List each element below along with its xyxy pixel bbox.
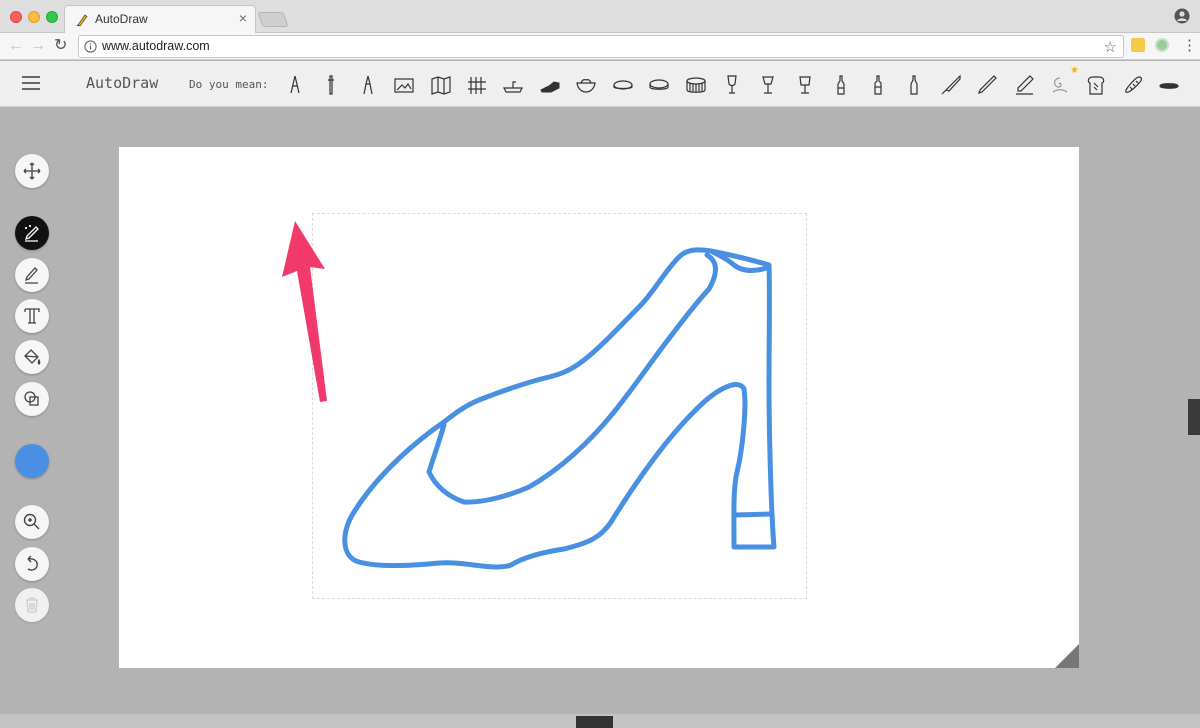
hamburger-menu-icon[interactable] xyxy=(22,76,40,90)
suggestion-shoe-icon[interactable] xyxy=(536,71,564,99)
trash-icon xyxy=(26,597,38,613)
suggestion-tweezers-icon[interactable] xyxy=(281,71,309,99)
browser-menu-icon[interactable]: ⋮ xyxy=(1182,36,1197,54)
suggestion-picture-icon[interactable] xyxy=(390,71,418,99)
zoom-icon xyxy=(23,513,40,530)
magic-pencil-icon xyxy=(24,225,39,242)
color-picker-button[interactable] xyxy=(15,444,49,478)
suggestion-map-icon[interactable] xyxy=(427,71,455,99)
window-close-button[interactable] xyxy=(10,11,22,23)
suggestion-bread-icon[interactable] xyxy=(1082,71,1110,99)
suggestion-pencil-icon[interactable] xyxy=(973,71,1001,99)
browser-tab[interactable]: AutoDraw × xyxy=(64,5,256,34)
side-panel-handle[interactable] xyxy=(1188,399,1200,435)
window-maximize-button[interactable] xyxy=(46,11,58,23)
shapes-icon xyxy=(24,391,39,406)
canvas-resize-corner[interactable] xyxy=(1055,644,1079,668)
extension-icon[interactable] xyxy=(1131,38,1145,52)
browser-toolbar: ← → ↻ www.autodraw.com ☆ ⋮ xyxy=(0,33,1200,60)
reload-icon[interactable]: ↻ xyxy=(54,37,67,55)
new-indicator-star-icon: ★ xyxy=(1070,65,1079,76)
tab-title: AutoDraw xyxy=(95,12,148,26)
suggestion-sword-icon[interactable] xyxy=(317,71,345,99)
new-tab-button[interactable] xyxy=(257,12,289,27)
tab-close-icon[interactable]: × xyxy=(239,10,247,26)
autodraw-tool-button[interactable] xyxy=(15,216,49,250)
browser-tab-bar: AutoDraw × xyxy=(0,0,1200,34)
suggestion-bottle-icon[interactable] xyxy=(827,71,855,99)
back-icon[interactable]: ← xyxy=(8,37,24,55)
autodraw-favicon-icon xyxy=(76,14,88,27)
suggestion-ring-icon[interactable] xyxy=(609,71,637,99)
draw-tool-button[interactable] xyxy=(15,258,49,292)
fill-bucket-icon xyxy=(24,349,41,365)
info-icon[interactable] xyxy=(84,40,97,53)
move-icon xyxy=(23,162,41,180)
suggestion-hot-dog-icon[interactable] xyxy=(1155,71,1183,99)
suggestion-pen-icon[interactable] xyxy=(1010,71,1038,99)
annotation-arrow xyxy=(282,221,327,402)
suggestion-bottle-icon[interactable] xyxy=(864,71,892,99)
extension-icon[interactable] xyxy=(1155,38,1169,52)
undo-button[interactable] xyxy=(15,547,49,581)
suggestion-sink-icon[interactable] xyxy=(499,71,527,99)
suggestion-bridge-icon[interactable] xyxy=(463,71,491,99)
bottom-panel-handle[interactable] xyxy=(576,716,613,728)
drawing-canvas[interactable] xyxy=(119,147,1079,668)
pencil-icon xyxy=(24,267,38,284)
type-tool-button[interactable] xyxy=(15,299,49,333)
suggestion-pliers-icon[interactable] xyxy=(354,71,382,99)
workspace xyxy=(0,107,1200,728)
bookmark-star-icon[interactable]: ☆ xyxy=(1104,38,1117,56)
delete-button[interactable] xyxy=(15,588,49,622)
suggestion-goblet-icon[interactable] xyxy=(754,71,782,99)
window-minimize-button[interactable] xyxy=(28,11,40,23)
profile-icon[interactable] xyxy=(1174,8,1190,24)
suggestion-wine-glass-icon[interactable] xyxy=(718,71,746,99)
move-tool-button[interactable] xyxy=(15,154,49,188)
undo-icon xyxy=(27,555,38,571)
app-title: AutoDraw xyxy=(86,74,159,92)
user-drawing-shoe[interactable] xyxy=(119,147,1079,668)
suggestion-knife-icon[interactable] xyxy=(937,71,965,99)
text-icon xyxy=(24,308,40,324)
forward-icon[interactable]: → xyxy=(30,37,46,55)
suggestion-cookie-icon[interactable] xyxy=(645,71,673,99)
address-bar[interactable]: www.autodraw.com ☆ xyxy=(78,35,1124,58)
suggestion-drum-icon[interactable] xyxy=(682,71,710,99)
suggestion-bowl-icon[interactable] xyxy=(572,71,600,99)
suggestion-glass-icon[interactable] xyxy=(791,71,819,99)
fill-tool-button[interactable] xyxy=(15,340,49,374)
suggestion-bottle-icon[interactable] xyxy=(900,71,928,99)
shape-tool-button[interactable] xyxy=(15,382,49,416)
zoom-tool-button[interactable] xyxy=(15,505,49,539)
suggestions-label: Do you mean: xyxy=(189,78,269,91)
url-text[interactable]: www.autodraw.com xyxy=(102,39,210,53)
app-header: AutoDraw Do you mean: ★ xyxy=(0,61,1200,107)
suggestion-baguette-icon[interactable] xyxy=(1119,71,1147,99)
